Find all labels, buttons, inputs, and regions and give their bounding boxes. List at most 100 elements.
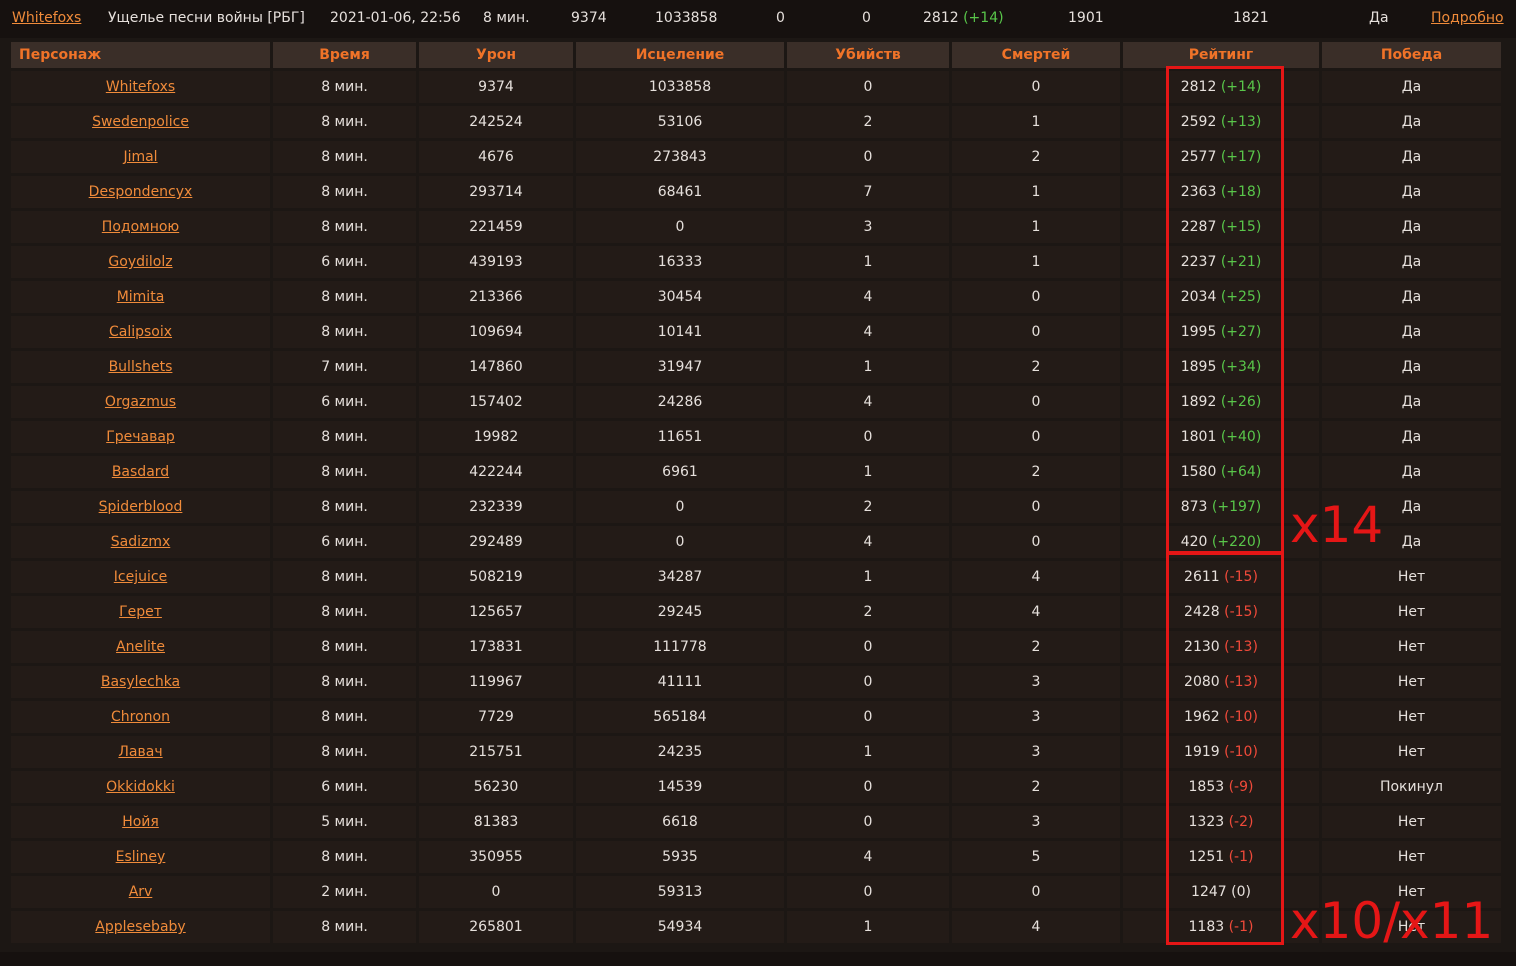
damage-cell: 125657 xyxy=(419,596,573,628)
kills-cell: 4 xyxy=(787,841,949,873)
player-cell: Подомною xyxy=(11,211,270,243)
header-character[interactable]: Персонаж xyxy=(11,42,270,68)
summary-map: Ущелье песни войны [РБГ] xyxy=(108,10,305,26)
player-name-link[interactable]: Applesebaby xyxy=(95,919,185,935)
player-name-link[interactable]: Whitefoxs xyxy=(106,79,175,95)
kills-cell: 0 xyxy=(787,876,949,908)
player-name-link[interactable]: Нойя xyxy=(122,814,159,830)
healing-cell: 30454 xyxy=(576,281,784,313)
player-name-link[interactable]: Sadizmx xyxy=(111,534,171,550)
summary-player-link[interactable]: Whitefoxs xyxy=(12,10,81,26)
damage-cell: 292489 xyxy=(419,526,573,558)
victory-cell: Да xyxy=(1322,386,1501,418)
player-cell: Icejuice xyxy=(11,561,270,593)
healing-cell: 53106 xyxy=(576,106,784,138)
player-name-link[interactable]: Esliney xyxy=(116,849,166,865)
deaths-cell: 3 xyxy=(952,806,1120,838)
player-cell: Despondencyx xyxy=(11,176,270,208)
summary-rating-value: 2812 xyxy=(923,10,959,26)
healing-cell: 5935 xyxy=(576,841,784,873)
deaths-cell: 0 xyxy=(952,526,1120,558)
player-cell: Orgazmus xyxy=(11,386,270,418)
summary-deaths: 0 xyxy=(862,10,871,26)
summary-rating: 2812 (+14) xyxy=(923,10,1004,26)
healing-cell: 34287 xyxy=(576,561,784,593)
player-cell: Chronon xyxy=(11,701,270,733)
header-rating[interactable]: Рейтинг xyxy=(1123,42,1319,68)
kills-cell: 1 xyxy=(787,911,949,943)
header-healing[interactable]: Исцеление xyxy=(576,42,784,68)
header-damage[interactable]: Урон xyxy=(419,42,573,68)
player-name-link[interactable]: Goydilolz xyxy=(108,254,172,270)
player-name-link[interactable]: Гречавар xyxy=(106,429,175,445)
summary-date: 2021-01-06, 22:56 xyxy=(330,10,461,26)
damage-cell: 350955 xyxy=(419,841,573,873)
player-cell: Sadizmx xyxy=(11,526,270,558)
victory-cell: Нет xyxy=(1322,701,1501,733)
player-cell: Arv xyxy=(11,876,270,908)
time-cell: 6 мин. xyxy=(273,246,416,278)
time-cell: 8 мин. xyxy=(273,631,416,663)
header-deaths[interactable]: Смертей xyxy=(952,42,1120,68)
damage-cell: 0 xyxy=(419,876,573,908)
deaths-cell: 1 xyxy=(952,211,1120,243)
damage-cell: 9374 xyxy=(419,71,573,103)
player-name-link[interactable]: Arv xyxy=(129,884,153,900)
time-cell: 8 мин. xyxy=(273,176,416,208)
player-cell: Mimita xyxy=(11,281,270,313)
victory-cell: Да xyxy=(1322,246,1501,278)
player-name-link[interactable]: Anelite xyxy=(116,639,165,655)
details-link[interactable]: Подробно xyxy=(1431,10,1504,26)
player-name-link[interactable]: Mimita xyxy=(117,289,165,305)
healing-cell: 6961 xyxy=(576,456,784,488)
damage-cell: 56230 xyxy=(419,771,573,803)
damage-cell: 157402 xyxy=(419,386,573,418)
time-cell: 8 мин. xyxy=(273,211,416,243)
time-cell: 8 мин. xyxy=(273,911,416,943)
damage-cell: 508219 xyxy=(419,561,573,593)
summary-rating-delta: (+14) xyxy=(963,10,1004,26)
player-name-link[interactable]: Spiderblood xyxy=(99,499,183,515)
player-cell: Герет xyxy=(11,596,270,628)
kills-cell: 0 xyxy=(787,771,949,803)
deaths-cell: 4 xyxy=(952,911,1120,943)
player-name-link[interactable]: Swedenpolice xyxy=(92,114,189,130)
kills-cell: 1 xyxy=(787,561,949,593)
kills-cell: 1 xyxy=(787,456,949,488)
damage-cell: 221459 xyxy=(419,211,573,243)
summary-mmr-2: 1821 xyxy=(1233,10,1269,26)
player-name-link[interactable]: Despondencyx xyxy=(89,184,193,200)
bottom-strip xyxy=(0,952,1516,966)
time-cell: 8 мин. xyxy=(273,491,416,523)
player-name-link[interactable]: Chronon xyxy=(111,709,170,725)
header-victory[interactable]: Победа xyxy=(1322,42,1501,68)
kills-cell: 4 xyxy=(787,316,949,348)
damage-cell: 4676 xyxy=(419,141,573,173)
player-name-link[interactable]: Лавач xyxy=(118,744,162,760)
header-time[interactable]: Время xyxy=(273,42,416,68)
kills-cell: 1 xyxy=(787,246,949,278)
deaths-cell: 0 xyxy=(952,491,1120,523)
player-name-link[interactable]: Calipsoix xyxy=(109,324,172,340)
player-cell: Swedenpolice xyxy=(11,106,270,138)
kills-cell: 1 xyxy=(787,351,949,383)
player-name-link[interactable]: Подомною xyxy=(102,219,179,235)
player-name-link[interactable]: Герет xyxy=(119,604,162,620)
healing-cell: 11651 xyxy=(576,421,784,453)
healing-cell: 0 xyxy=(576,491,784,523)
player-name-link[interactable]: Jimal xyxy=(123,149,157,165)
player-name-link[interactable]: Orgazmus xyxy=(105,394,176,410)
player-name-link[interactable]: Bullshets xyxy=(109,359,173,375)
player-name-link[interactable]: Icejuice xyxy=(114,569,167,585)
player-name-link[interactable]: Basdard xyxy=(112,464,169,480)
player-name-link[interactable]: Okkidokki xyxy=(106,779,175,795)
damage-cell: 265801 xyxy=(419,911,573,943)
kills-cell: 0 xyxy=(787,701,949,733)
healing-cell: 273843 xyxy=(576,141,784,173)
header-kills[interactable]: Убийств xyxy=(787,42,949,68)
player-name-link[interactable]: Basylechka xyxy=(101,674,180,690)
victory-cell: Нет xyxy=(1322,841,1501,873)
kills-cell: 0 xyxy=(787,666,949,698)
losers-annotation: x10/x11 xyxy=(1290,892,1494,950)
healing-cell: 0 xyxy=(576,526,784,558)
